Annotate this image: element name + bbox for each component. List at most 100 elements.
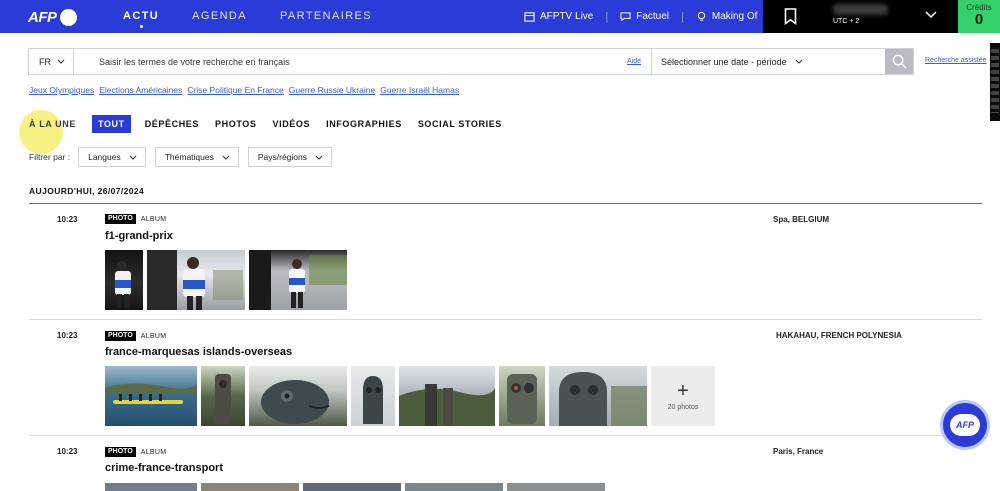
tab-a-la-une[interactable]: À LA UNE [29, 115, 76, 133]
tag-link[interactable]: Guerre Russie Ukraine [289, 85, 375, 95]
photo-thumbnail[interactable] [351, 366, 395, 426]
afp-logo[interactable]: AFP [28, 8, 77, 26]
photo-thumbnail[interactable] [249, 366, 347, 426]
advanced-search-link[interactable]: Recherche assistée [925, 57, 986, 64]
filter-langues-label: Langues [88, 152, 121, 162]
trending-tags: Jeux Olympiques Elections Américaines Cr… [29, 85, 459, 95]
photo-thumbnail[interactable] [249, 250, 347, 310]
afptv-live-link[interactable]: AFPTV Live [524, 11, 593, 22]
photo-thumbnail[interactable] [201, 366, 245, 426]
item-badges: PHOTO ALBUM [105, 447, 166, 457]
credits-value: 0 [974, 11, 984, 28]
photo-thumbnail[interactable] [499, 366, 545, 426]
photo-badge: PHOTO [105, 214, 136, 224]
chevron-down-icon [129, 155, 137, 160]
tab-infographies[interactable]: INFOGRAPHIES [326, 115, 402, 133]
chevron-down-icon [57, 59, 65, 64]
making-of-link[interactable]: Making Of [696, 11, 758, 22]
photo-thumbnail[interactable] [507, 483, 605, 491]
photo-thumbnail[interactable] [105, 250, 143, 310]
item-badges: PHOTO ALBUM [105, 214, 166, 224]
afptv-live-label: AFPTV Live [540, 11, 594, 22]
thumbnail-strip [105, 483, 605, 491]
tag-link[interactable]: Jeux Olympiques [29, 85, 94, 95]
filter-thematiques-label: Thématiques [164, 152, 214, 162]
tab-social-stories[interactable]: SOCIAL STORIES [418, 115, 502, 133]
tab-tout[interactable]: TOUT [91, 115, 131, 133]
afp-chat-icon: AFP [950, 414, 980, 436]
filter-label: Filtrer par : [29, 152, 71, 162]
main-nav: ACTU AGENDA PARTENAIRES [123, 0, 372, 33]
chevron-down-icon [315, 155, 323, 160]
chevron-down-icon [795, 59, 802, 64]
nav-item-agenda[interactable]: AGENDA [192, 0, 247, 33]
filter-bar: Filtrer par : Langues Thématiques Pays/r… [29, 147, 332, 167]
photo-thumbnail[interactable] [105, 366, 197, 426]
item-location: HAKAHAU, FRENCH POLYNESIA [776, 331, 902, 340]
list-item[interactable]: 10:23 PHOTO ALBUM crime-france-transport… [29, 436, 982, 491]
list-item[interactable]: 10:23 PHOTO ALBUM f1-grand-prix Spa, BEL… [29, 204, 982, 320]
item-time: 10:23 [57, 215, 78, 224]
more-photos-button[interactable]: + 20 photos [651, 366, 715, 426]
filter-langues[interactable]: Langues [78, 147, 146, 167]
language-value: FR [39, 56, 51, 67]
item-title[interactable]: france-marquesas islands-overseas [105, 346, 292, 358]
timezone-label: UTC + 2 [833, 18, 860, 25]
tag-link[interactable]: Elections Américaines [99, 85, 182, 95]
chat-assistant-button[interactable]: AFP [940, 400, 990, 450]
blurred-user-name [833, 4, 888, 15]
tag-link[interactable]: Crise Politique En France [187, 85, 283, 95]
filter-thematiques[interactable]: Thématiques [154, 147, 239, 167]
search-button[interactable] [885, 49, 913, 74]
logo-dot-icon [59, 8, 77, 26]
tab-photos[interactable]: PHOTOS [215, 115, 256, 133]
item-location: Spa, BELGIUM [773, 215, 830, 224]
photo-thumbnail[interactable] [399, 366, 495, 426]
photo-thumbnail[interactable] [105, 483, 197, 491]
thumbnail-strip: + 20 photos [105, 366, 715, 426]
item-title[interactable]: crime-france-transport [105, 462, 223, 474]
factuel-link[interactable]: Factuel [620, 11, 669, 22]
top-navigation-bar: AFP ACTU AGENDA PARTENAIRES AFPTV Live |… [0, 0, 1000, 33]
photo-badge: PHOTO [105, 447, 136, 457]
date-period-select[interactable]: Sélectionner une date - période [651, 49, 885, 74]
photo-thumbnail[interactable] [303, 483, 401, 491]
side-feedback-tab[interactable] [990, 43, 1000, 121]
language-select[interactable]: FR [29, 49, 74, 74]
side-tab-text [991, 49, 999, 113]
nav-item-partenaires[interactable]: PARTENAIRES [280, 0, 372, 33]
logo-text: AFP [28, 8, 57, 26]
link-separator: | [605, 10, 609, 23]
photo-thumbnail[interactable] [201, 483, 299, 491]
lightbulb-icon [697, 11, 706, 21]
item-title[interactable]: f1-grand-prix [105, 230, 173, 242]
album-label: ALBUM [140, 448, 167, 456]
item-time: 10:23 [57, 331, 78, 340]
account-menu[interactable]: UTC + 2 [763, 0, 958, 33]
search-icon [892, 54, 907, 69]
nav-item-actu[interactable]: ACTU [123, 0, 159, 33]
filter-pays-regions[interactable]: Pays/régions [247, 147, 332, 167]
photo-thumbnail[interactable] [549, 366, 647, 426]
album-label: ALBUM [140, 215, 167, 223]
factuel-label: Factuel [636, 11, 670, 22]
item-time: 10:23 [57, 447, 78, 456]
making-of-label: Making Of [711, 11, 758, 22]
tag-link[interactable]: Guerre Israël Hamas [380, 85, 459, 95]
search-input[interactable] [74, 49, 633, 74]
chevron-down-icon[interactable] [925, 11, 937, 19]
list-item[interactable]: 10:23 PHOTO ALBUM france-marquesas islan… [29, 320, 982, 436]
credits-box[interactable]: Crédits 0 [958, 0, 1000, 33]
photo-thumbnail[interactable] [147, 250, 245, 310]
item-badges: PHOTO ALBUM [105, 331, 166, 341]
help-link[interactable]: Aide [627, 58, 641, 65]
filter-pays-label: Pays/régions [257, 152, 307, 162]
tab-videos[interactable]: VIDÉOS [272, 115, 310, 133]
item-location: Paris, France [773, 447, 824, 456]
bookmark-icon[interactable] [784, 8, 797, 25]
more-photos-count: 20 photos [667, 403, 699, 411]
photo-thumbnail[interactable] [405, 483, 503, 491]
photo-badge: PHOTO [105, 331, 136, 341]
tab-depeches[interactable]: DÉPÊCHES [145, 115, 199, 133]
calendar-icon [524, 12, 535, 22]
